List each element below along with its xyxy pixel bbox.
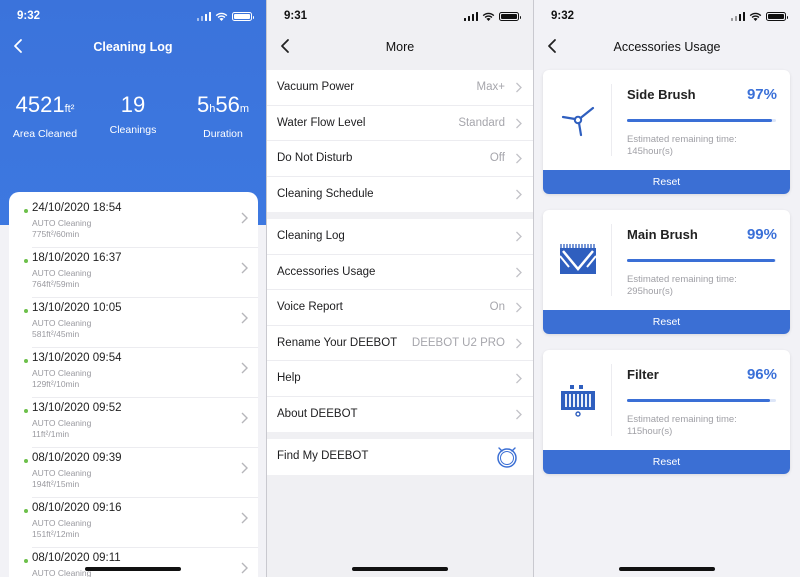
chevron-right-icon — [516, 302, 522, 313]
page-title: More — [385, 40, 415, 54]
status-time: 9:31 — [284, 10, 308, 22]
chevron-right-icon — [516, 153, 522, 164]
chevron-right-icon — [516, 338, 522, 348]
accessory-name: Filter — [627, 367, 659, 382]
chevron-right-icon — [516, 82, 522, 93]
chevron-right-icon — [241, 512, 248, 524]
reset-button[interactable]: Reset — [543, 310, 790, 334]
setting-voice-report[interactable]: Voice Report On — [267, 290, 533, 326]
chevron-right-icon — [241, 412, 248, 424]
status-dot — [24, 259, 28, 263]
stat-cleanings: 19 Cleanings — [109, 92, 157, 136]
accessory-life-bar — [627, 119, 776, 122]
setting-water-flow-level[interactable]: Water Flow Level Standard — [267, 106, 533, 141]
status-time: 9:32 — [17, 10, 41, 22]
log-item[interactable]: 13/10/2020 09:54 AUTO Cleaning 129ft²/10mi… — [9, 348, 258, 398]
accessory-percent: 96% — [746, 366, 777, 383]
status-bar: 9:31 — [267, 0, 533, 34]
setting-help[interactable]: Help — [267, 361, 533, 397]
setting-cleaning-log[interactable]: Cleaning Log — [267, 219, 533, 255]
cellular-signal-icon — [463, 12, 478, 21]
log-item[interactable]: 08/10/2020 09:39 AUTO Cleaning 194ft²/15mi… — [9, 448, 258, 498]
chevron-right-icon — [516, 373, 522, 384]
cellular-signal-icon — [196, 12, 211, 21]
chevron-right-icon — [516, 409, 522, 419]
wifi-icon — [749, 12, 762, 21]
setting-accessories-usage[interactable]: Accessories Usage — [267, 255, 533, 290]
main-brush-icon — [559, 244, 597, 274]
nav-bar: Accessories Usage — [534, 34, 800, 60]
setting-rename-deebot[interactable]: Rename Your DEEBOT DEEBOT U2 PRO — [267, 326, 533, 361]
chevron-right-icon — [516, 118, 522, 128]
accessory-percent: 99% — [746, 226, 777, 243]
stat-duration: 5h56m Duration — [196, 92, 250, 140]
home-indicator[interactable] — [85, 567, 181, 571]
page-title: Accessories Usage — [613, 40, 721, 54]
setting-cleaning-schedule[interactable]: Cleaning Schedule — [267, 177, 533, 213]
setting-vacuum-power[interactable]: Vacuum Power Max+ — [267, 70, 533, 106]
nav-bar: Cleaning Log — [0, 34, 266, 60]
log-item[interactable]: 13/10/2020 10:05 AUTO Cleaning 581ft²/45mi… — [9, 298, 258, 348]
battery-icon — [766, 12, 788, 21]
find-my-deebot[interactable]: Find My DEEBOT — [267, 439, 533, 475]
chevron-right-icon — [516, 231, 522, 242]
reset-button[interactable]: Reset — [543, 170, 790, 194]
settings-group-info: Cleaning Log Accessories Usage Voice Rep… — [267, 219, 533, 432]
status-dot — [24, 509, 28, 513]
setting-do-not-disturb[interactable]: Do Not Disturb Off — [267, 141, 533, 177]
battery-icon — [499, 12, 521, 21]
chevron-right-icon — [516, 267, 522, 277]
chevron-right-icon — [516, 189, 522, 199]
log-item[interactable]: 18/10/2020 16:37 AUTO Cleaning 764ft²/59mi… — [9, 248, 258, 298]
wifi-icon — [482, 12, 495, 21]
cleaning-log-list: 24/10/2020 18:54 AUTO Cleaning 775ft²/60mi… — [9, 192, 258, 577]
accessory-name: Side Brush — [627, 87, 696, 102]
log-item[interactable]: 24/10/2020 18:54 AUTO Cleaning 775ft²/60mi… — [9, 198, 258, 248]
chevron-right-icon — [241, 312, 248, 324]
accessory-life-bar — [627, 259, 776, 262]
chevron-right-icon — [241, 562, 248, 574]
more-screen: 9:31 More Vacuum Power Max+ Water Flow Le… — [267, 0, 533, 577]
cellular-signal-icon — [730, 12, 745, 21]
page-title: Cleaning Log — [93, 40, 173, 54]
accessory-life-bar — [627, 399, 776, 402]
status-dot — [24, 309, 28, 313]
accessory-card-side-brush: Side Brush 97% Estimated remaining time:… — [543, 70, 790, 194]
status-bar: 9:32 — [0, 0, 266, 34]
filter-icon — [561, 385, 595, 417]
status-dot — [24, 359, 28, 363]
reset-button[interactable]: Reset — [543, 450, 790, 474]
accessory-name: Main Brush — [627, 227, 698, 242]
chevron-right-icon — [241, 362, 248, 374]
battery-icon — [232, 12, 254, 21]
status-dot — [24, 209, 28, 213]
cleaning-log-screen: 9:32 Cleaning Log 4521ft² Area Cleaned 1… — [0, 0, 266, 577]
chevron-right-icon — [241, 262, 248, 274]
settings-group-find: Find My DEEBOT — [267, 439, 533, 475]
stat-area-cleaned: 4521ft² Area Cleaned — [12, 92, 78, 140]
status-bar: 9:32 — [534, 0, 800, 34]
accessory-percent: 97% — [746, 86, 777, 103]
chevron-right-icon — [241, 462, 248, 474]
wifi-icon — [215, 12, 228, 21]
log-item[interactable]: 08/10/2020 09:16 AUTO Cleaning 151ft²/12mi… — [9, 498, 258, 548]
home-indicator[interactable] — [619, 567, 715, 571]
chevron-right-icon — [241, 212, 248, 224]
settings-group-device: Vacuum Power Max+ Water Flow Level Standar… — [267, 70, 533, 212]
log-item[interactable]: 13/10/2020 09:52 AUTO Cleaning 11ft²/1min — [9, 398, 258, 448]
log-item[interactable]: 08/10/2020 09:11 AUTO Cleaning — [9, 548, 258, 577]
accessories-usage-screen: 9:32 Accessories Usage Side Brush 97% Es… — [534, 0, 800, 577]
accessory-card-filter: Filter 96% Estimated remaining time: 115h… — [543, 350, 790, 474]
status-dot — [24, 409, 28, 413]
robot-icon — [497, 447, 517, 468]
status-dot — [24, 559, 28, 563]
setting-about-deebot[interactable]: About DEEBOT — [267, 397, 533, 433]
accessory-card-main-brush: Main Brush 99% Estimated remaining time:… — [543, 210, 790, 334]
side-brush-icon — [561, 106, 595, 137]
home-indicator[interactable] — [352, 567, 448, 571]
status-dot — [24, 459, 28, 463]
status-time: 9:32 — [551, 10, 575, 22]
nav-bar: More — [267, 34, 533, 60]
